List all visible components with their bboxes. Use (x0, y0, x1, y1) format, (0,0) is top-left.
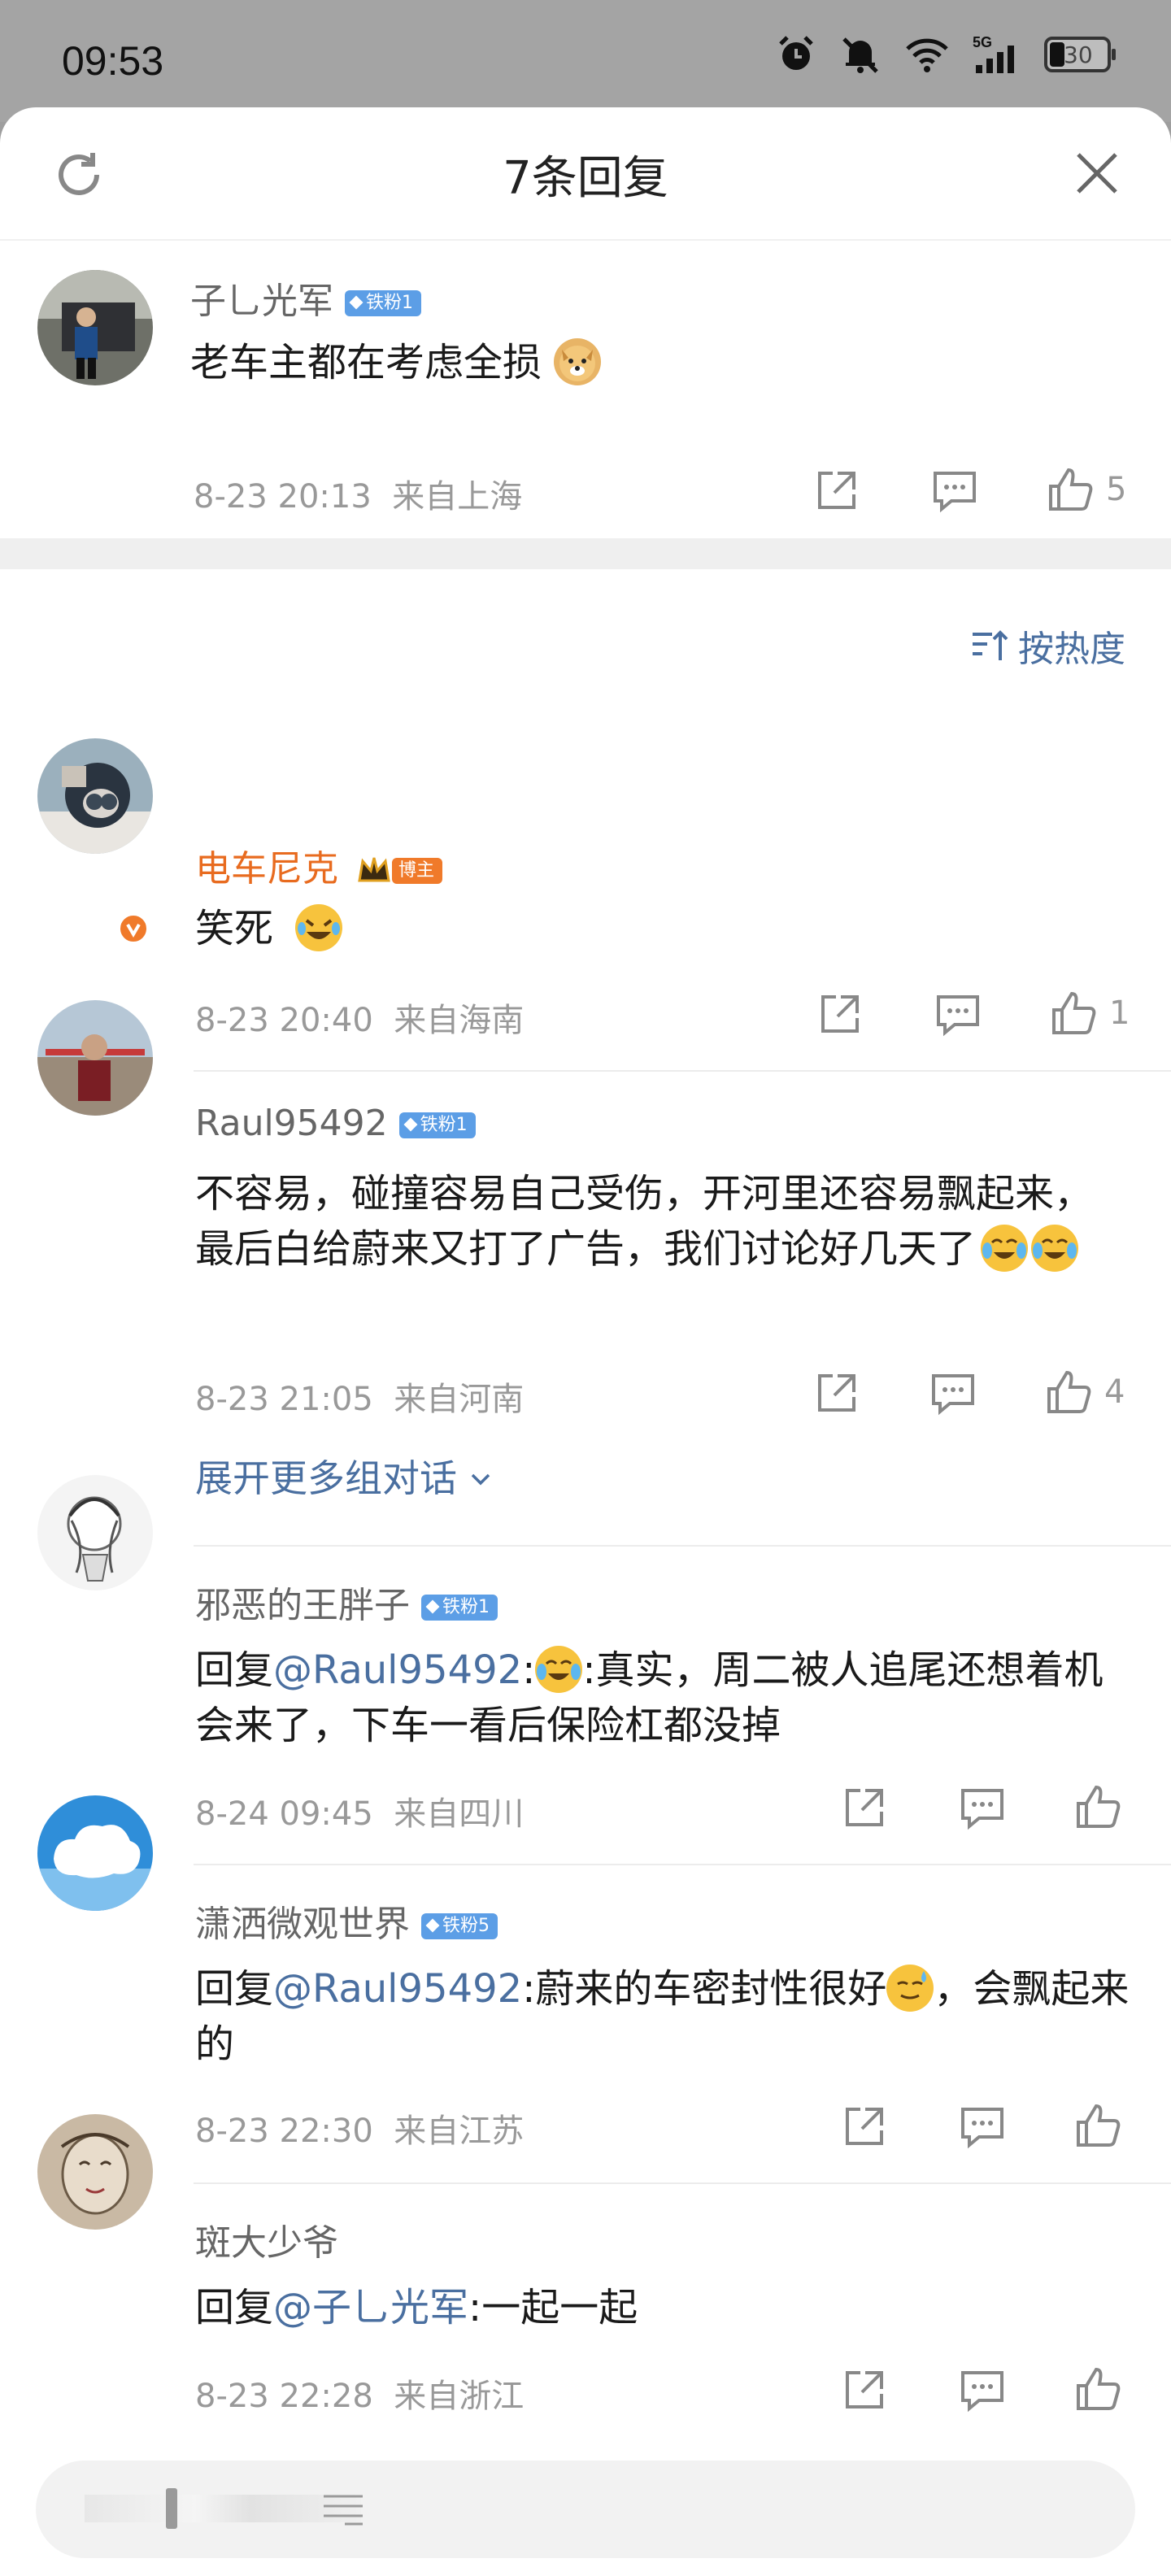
verified-badge-icon (117, 912, 150, 945)
battery-level: 30 (1064, 41, 1093, 68)
like-count: 1 (1109, 994, 1130, 1032)
thumbs-up-icon[interactable] (1073, 1782, 1122, 1831)
thumbs-up-icon[interactable] (1073, 2365, 1122, 2413)
mention-link[interactable]: @子乚光军 (273, 2285, 468, 2330)
like-count: 5 (1106, 471, 1127, 508)
crying-laughing-emoji (981, 1225, 1029, 1272)
comment-text: 回复@子乚光军:一起一起 (195, 2285, 638, 2330)
sort-icon (973, 630, 1008, 660)
fan-badge: 铁粉1 (398, 1112, 476, 1138)
avatar[interactable] (37, 270, 153, 385)
thumbs-up-icon[interactable] (1073, 2101, 1122, 2150)
divider (194, 1070, 1171, 1072)
comment-meta: 8-23 21:05 来自河南 (195, 1381, 525, 1418)
comment-icon[interactable] (934, 992, 982, 1038)
rofl-emoji (295, 904, 343, 951)
comment-meta: 8-23 20:40 来自海南 (195, 1002, 525, 1039)
comment-meta: 8-23 22:30 来自江苏 (195, 2113, 525, 2150)
like-button[interactable]: 4 (1044, 1368, 1125, 1416)
user-name[interactable]: 斑大少爷 (195, 2213, 338, 2265)
input-placeholder-skeleton (85, 2495, 361, 2522)
comment-meta: 8-23 20:13 来自上海 (194, 478, 523, 516)
avatar[interactable] (37, 738, 153, 854)
sheet-title: 7条回复 (503, 152, 668, 205)
comment-meta: 8-23 22:28 来自浙江 (195, 2378, 525, 2415)
section-separator (0, 538, 1171, 569)
lines-icon (324, 2495, 363, 2526)
sort-by-hot-button[interactable]: 按热度 (969, 620, 1125, 672)
signal-5g-icon: 5G (973, 34, 1014, 73)
like-button[interactable]: 5 (1046, 465, 1126, 514)
divider (194, 1864, 1171, 1865)
divider (194, 1545, 1171, 1547)
share-icon[interactable] (841, 2103, 888, 2150)
text-cursor-icon (166, 2488, 177, 2529)
thumbs-up-icon (1047, 1370, 1091, 1413)
original-comment: 子乚光军 铁粉1 老车主都在考虑全损 8-23 20:13 来自上海 5 (0, 242, 1171, 535)
wifi-icon (906, 38, 948, 72)
doge-emoji (554, 338, 602, 385)
fan-badge: 铁粉1 (345, 290, 421, 316)
comment-text: 笑死 (195, 901, 343, 956)
thumbs-up-icon (1049, 468, 1093, 511)
mute-bell-icon (842, 37, 878, 73)
expand-conversation-link[interactable]: 展开更多组对话 (195, 1449, 492, 1503)
sheet-header: 7条回复 (0, 107, 1171, 239)
fan-badge: 铁粉1 (421, 1595, 498, 1621)
alarm-icon (779, 36, 813, 70)
comment-icon[interactable] (929, 1371, 977, 1416)
chevron-down-icon (471, 1473, 490, 1486)
crown-icon (358, 857, 390, 882)
avatar[interactable] (37, 1795, 153, 1911)
comment-icon[interactable] (958, 1786, 1007, 1831)
user-name[interactable]: 电车尼克 博主 (195, 839, 443, 891)
comment-text: 老车主都在考虑全损 (190, 335, 602, 390)
comment-text: 回复@Raul95492:蔚来的车密封性很好 ，会飘起来的 (195, 1965, 1130, 2067)
mention-link[interactable]: @Raul95492 (273, 1647, 522, 1693)
blogger-badge: 博主 (392, 858, 443, 884)
comment-text: 不容易，碰撞容易自己受伤，开河里还容易飘起来，最后白给蔚来又打了广告，我们讨论好… (195, 1171, 1094, 1272)
comment-icon[interactable] (958, 2368, 1007, 2413)
battery-icon: 30 (1044, 37, 1116, 72)
avatar[interactable] (37, 1000, 153, 1116)
status-bar: 09:53 5G 30 (0, 0, 1171, 122)
mention-link[interactable]: @Raul95492 (273, 1966, 522, 2012)
comment-text: 回复@Raul95492::真实，周二被人追尾还想着机会来了，下车一看后保险杠都… (195, 1646, 1104, 1748)
comment-icon[interactable] (958, 2104, 1007, 2150)
close-icon[interactable] (1073, 150, 1121, 197)
like-button[interactable]: 1 (1049, 989, 1130, 1038)
svg-text:5G: 5G (973, 34, 992, 50)
comment-icon[interactable] (930, 468, 979, 514)
comment-meta: 8-24 09:45 来自四川 (195, 1795, 525, 1833)
fan-badge: 铁粉5 (421, 1913, 498, 1939)
thumbs-up-icon (1052, 991, 1096, 1034)
header-divider (0, 239, 1171, 241)
share-icon[interactable] (813, 1369, 860, 1416)
share-icon[interactable] (841, 2366, 888, 2413)
avatar[interactable] (37, 2114, 153, 2230)
reply-input-bar[interactable] (36, 2461, 1135, 2558)
avatar[interactable] (37, 1475, 153, 1590)
crying-laughing-emoji (535, 1646, 583, 1693)
status-time: 09:53 (62, 38, 164, 84)
crying-laughing-emoji (1031, 1225, 1079, 1272)
user-name[interactable]: 潇洒微观世界 铁粉5 (195, 1895, 498, 1947)
like-count: 4 (1104, 1373, 1125, 1411)
share-icon[interactable] (816, 990, 864, 1038)
share-icon[interactable] (841, 1784, 888, 1831)
sweat-smile-emoji (886, 1965, 934, 2012)
user-name[interactable]: 邪恶的王胖子 铁粉1 (195, 1576, 498, 1628)
share-icon[interactable] (813, 467, 860, 514)
replies-sheet: 7条回复 子乚光军 铁粉1 老车主都在考虑全损 8-23 20:13 来自上海 5 (0, 107, 1171, 2576)
divider (194, 2182, 1171, 2184)
user-name[interactable]: 子乚光军 铁粉1 (190, 272, 421, 324)
status-icons: 5G 30 (776, 34, 1116, 75)
user-name[interactable]: Raul95492 铁粉1 (195, 1103, 476, 1144)
